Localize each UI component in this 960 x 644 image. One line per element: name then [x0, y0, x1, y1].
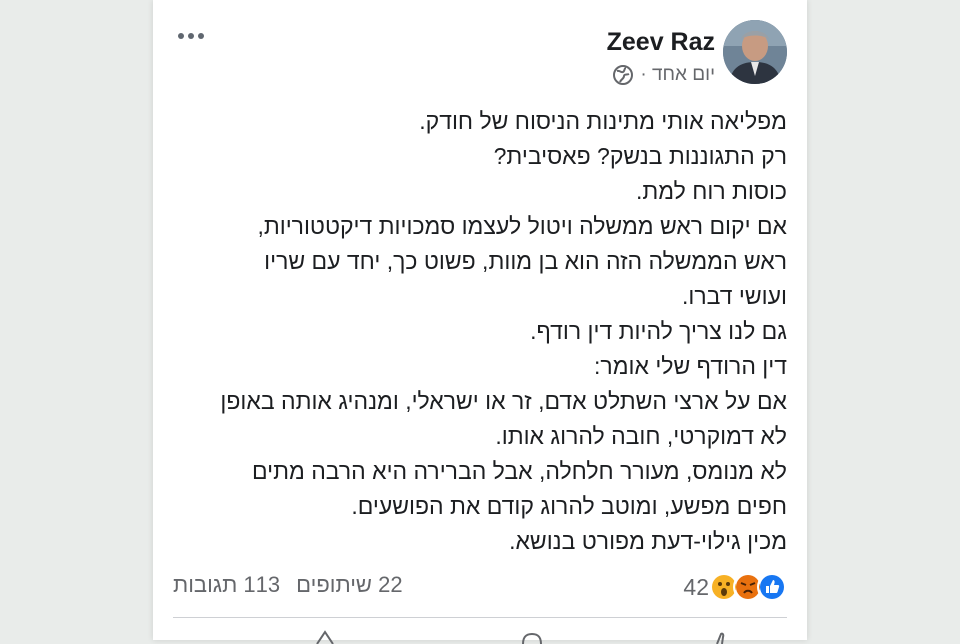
- post-line: מפליאה אותי מתינות הניסוח של חודק.: [419, 108, 787, 134]
- post-line: אם על ארצי השתלט אדם, זר או ישראלי, ומנה…: [220, 388, 787, 414]
- comments-count[interactable]: 113 תגובות: [173, 572, 280, 598]
- post-line: ראש הממשלה הזה הוא בן מוות, פשוט כך, יחד…: [264, 248, 787, 274]
- more-dot: [178, 33, 184, 39]
- post-stats: 22 שיתופים 113 תגובות 42: [153, 566, 807, 606]
- like-icon: [757, 572, 787, 602]
- more-dot: [188, 33, 194, 39]
- comment-icon[interactable]: [521, 630, 543, 644]
- author-avatar[interactable]: [723, 20, 787, 84]
- author-name[interactable]: Zeev Raz: [607, 28, 715, 57]
- post-time[interactable]: יום אחד ·: [640, 64, 715, 86]
- globe-icon: [612, 64, 634, 86]
- post-text: מפליאה אותי מתינות הניסוח של חודק. רק הת…: [187, 104, 787, 559]
- post-line: חפים מפשע, ומוטב להרוג קודם את הפושעים.: [351, 493, 787, 519]
- post-line: מכין גילוי-דעת מפורט בנושא.: [509, 528, 787, 554]
- post-line: כוסות רוח למת.: [636, 178, 787, 204]
- engagement-counts: 22 שיתופים 113 תגובות: [173, 572, 403, 598]
- action-bar: [153, 624, 807, 644]
- post-line: לא דמוקרטי, חובה להרוג אותו.: [495, 423, 787, 449]
- post-line: דין הרודף שלי אומר:: [594, 353, 787, 379]
- post-line: גם לנו צריך להיות דין רודף.: [530, 318, 787, 344]
- post-line: לא מנומס, מעורר חלחלה, אבל הברירה היא הר…: [252, 458, 787, 484]
- actions-divider: [173, 617, 787, 618]
- post-line: ועושי דברו.: [682, 283, 787, 309]
- post-card: Zeev Raz יום אחד · מפליאה אותי מתינות הנ…: [153, 0, 807, 644]
- reaction-count: 42: [683, 573, 709, 600]
- post-line: רק התגוננות בנשק? פאסיבית?: [493, 143, 787, 169]
- shares-count[interactable]: 22 שיתופים: [296, 572, 402, 598]
- more-dot: [198, 33, 204, 39]
- post-line: אם יקום ראש ממשלה ויטול לעצמו סמכויות די…: [257, 213, 787, 239]
- like-action-icon[interactable]: [711, 630, 733, 644]
- share-icon[interactable]: [313, 630, 335, 644]
- reactions-summary[interactable]: 42: [683, 572, 787, 602]
- more-options-button[interactable]: [173, 26, 209, 46]
- post-meta: יום אחד ·: [612, 64, 715, 86]
